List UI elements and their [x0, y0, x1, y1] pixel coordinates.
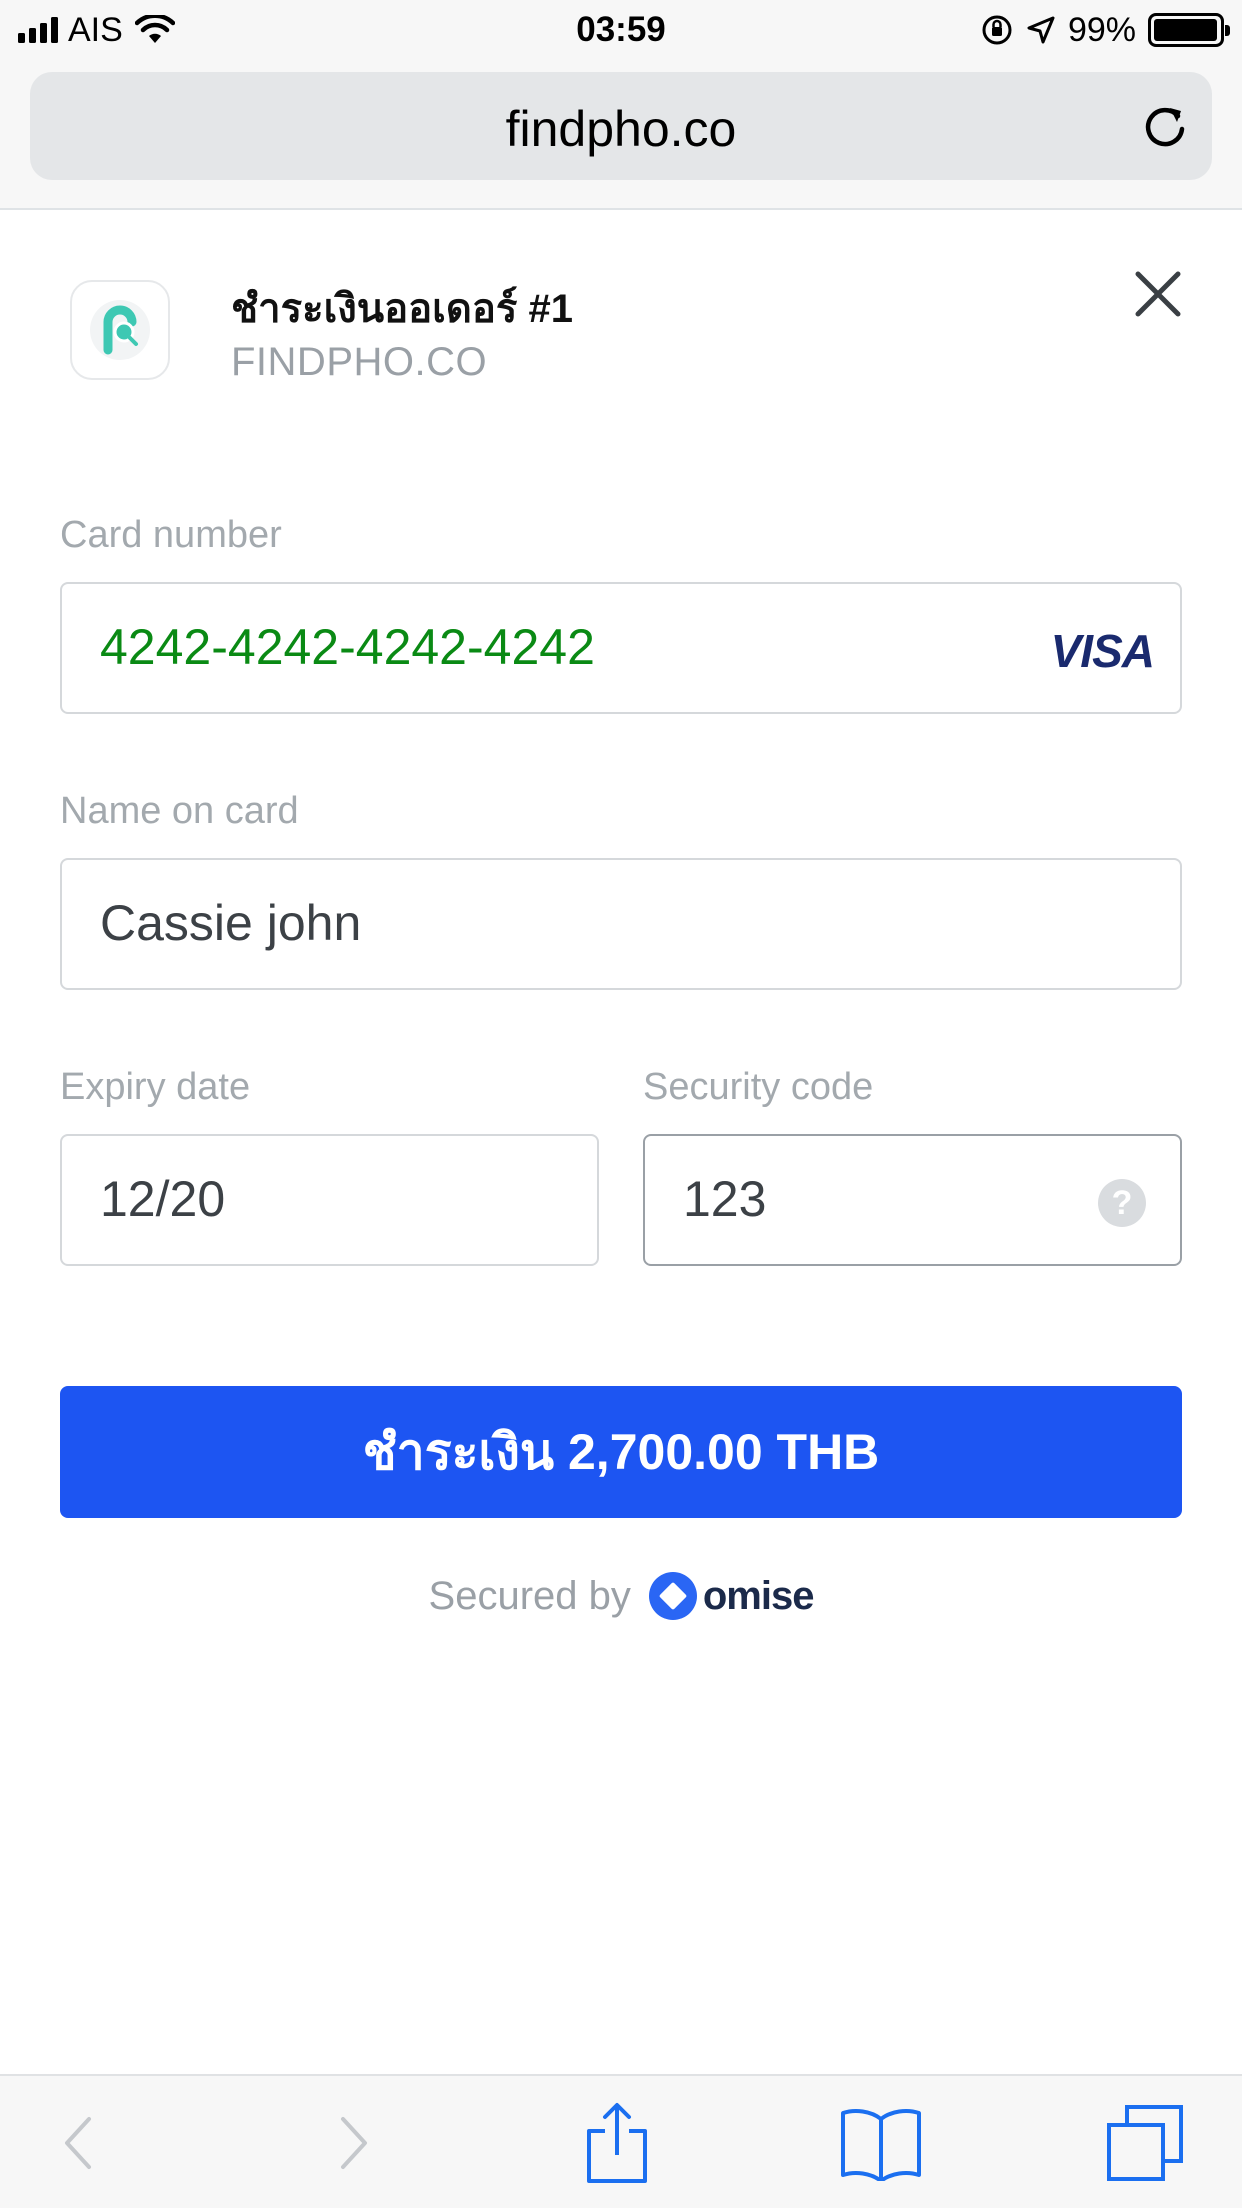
visa-logo-icon: VISA	[1050, 625, 1155, 677]
expiry-date-label: Expiry date	[60, 1066, 251, 1108]
card-number-field[interactable]: 4242-4242-4242-4242 VISA	[60, 582, 1182, 714]
share-icon[interactable]	[585, 2101, 649, 2185]
findpho-logo-icon	[70, 280, 170, 380]
security-code-label: Security code	[643, 1066, 874, 1108]
close-icon[interactable]	[1132, 268, 1184, 320]
security-code-field[interactable]: 123 ?	[643, 1134, 1182, 1266]
back-button[interactable]	[34, 2098, 124, 2188]
omise-brand: omise	[702, 1573, 815, 1618]
bookmarks-button[interactable]	[836, 2098, 926, 2188]
battery-level	[1154, 19, 1218, 41]
address-bar[interactable]: findpho.co	[30, 72, 1212, 180]
help-icon[interactable]: ?	[1098, 1179, 1146, 1227]
name-on-card-field[interactable]: Cassie john	[60, 858, 1182, 990]
pay-button[interactable]: ชำระเงิน 2,700.00 THB	[60, 1386, 1182, 1518]
tabs-button[interactable]	[1100, 2098, 1190, 2188]
share-button[interactable]	[572, 2098, 662, 2188]
expiry-date-field[interactable]: 12/20	[60, 1134, 599, 1266]
location-icon	[1027, 16, 1055, 44]
order-title: ชำระเงินออเดอร์ #1	[231, 287, 573, 331]
name-on-card-label: Name on card	[60, 790, 299, 832]
battery-icon	[1148, 13, 1230, 47]
card-number-value[interactable]: 4242-4242-4242-4242	[100, 618, 595, 676]
secured-by-label: Secured by	[428, 1573, 631, 1618]
logo-mark	[90, 300, 150, 360]
forward-icon[interactable]	[333, 2113, 373, 2173]
merchant-name: FINDPHO.CO	[231, 340, 488, 384]
browser-address-area: findpho.co	[0, 60, 1242, 210]
browser-toolbar	[0, 2074, 1242, 2208]
back-icon[interactable]	[59, 2113, 99, 2173]
security-code-value[interactable]: 123	[683, 1170, 766, 1228]
orientation-lock-icon	[982, 15, 1012, 45]
secured-by-footer: Secured by omise	[0, 1572, 1242, 1620]
tabs-icon[interactable]	[1105, 2103, 1185, 2183]
url-text[interactable]: findpho.co	[30, 100, 1212, 158]
forward-button[interactable]	[308, 2098, 398, 2188]
omise-logo-icon	[648, 1572, 697, 1620]
status-bar: AIS 03:59 99%	[0, 0, 1242, 60]
expiry-date-value[interactable]: 12/20	[100, 1170, 225, 1228]
name-on-card-value[interactable]: Cassie john	[100, 894, 361, 952]
status-right: 99%	[980, 10, 1230, 50]
card-number-label: Card number	[60, 514, 282, 556]
bookmarks-icon[interactable]	[839, 2105, 923, 2181]
reload-icon[interactable]	[1140, 102, 1190, 152]
battery-percentage: 99%	[1067, 10, 1136, 49]
